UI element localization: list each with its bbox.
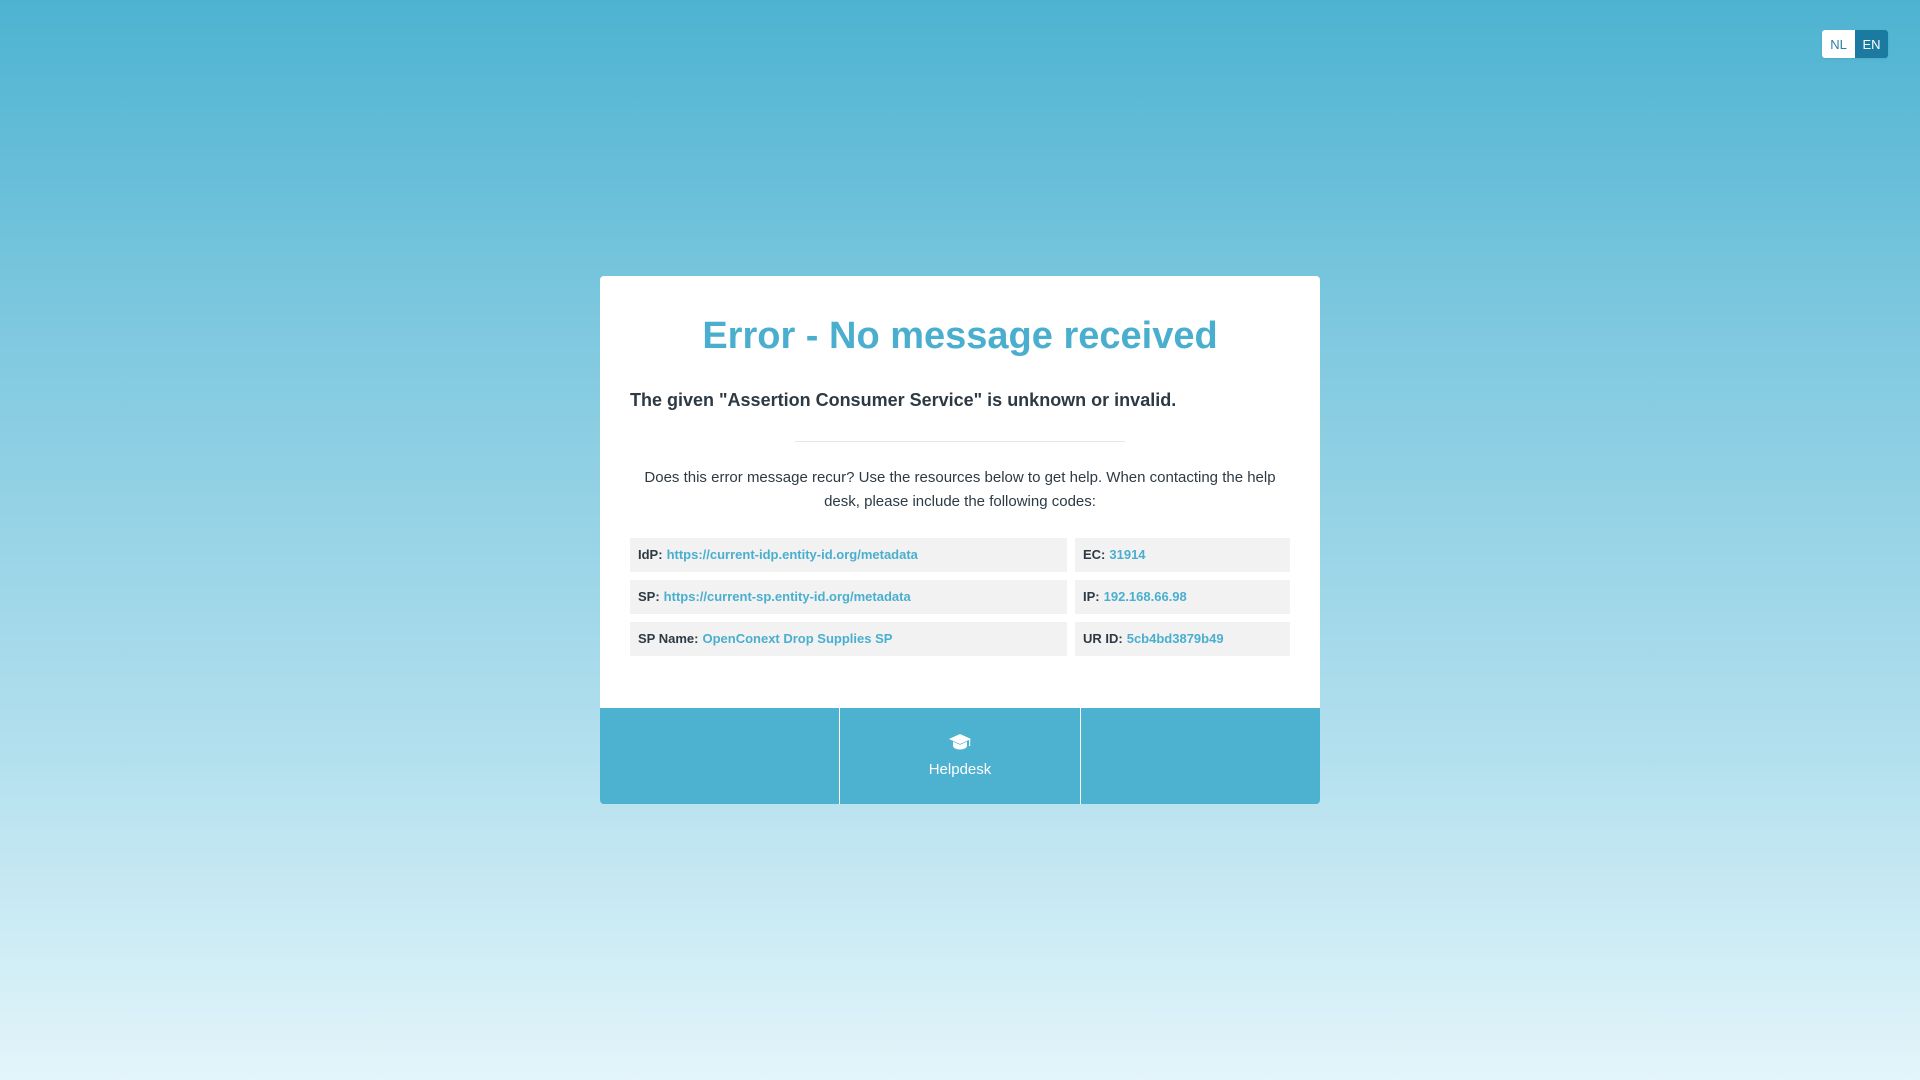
helpdesk-label: Helpdesk: [928, 761, 992, 779]
code-value: 31914: [1109, 547, 1146, 563]
code-value: 5cb4bd3879b49: [1126, 631, 1224, 647]
code-ip: IP: 192.168.66.98: [1075, 579, 1290, 614]
divider: [795, 440, 1125, 442]
code-value: 192.168.66.98: [1103, 589, 1187, 605]
code-value: https://current-sp.entity-id.org/metadat…: [663, 589, 911, 605]
code-label: IdP:: [638, 547, 663, 563]
helpdesk-link[interactable]: Helpdesk: [839, 707, 1079, 804]
language-switcher: NL EN: [1822, 30, 1888, 58]
footer-empty-left: [600, 708, 839, 804]
error-card: Error - No message received The given "A…: [600, 276, 1320, 804]
help-text: Does this error message recur? Use the r…: [644, 468, 1276, 510]
code-label: SP:: [638, 589, 660, 605]
code-value: https://current-idp.entity-id.org/metada…: [666, 547, 918, 563]
code-label: SP Name:: [638, 631, 699, 647]
error-codes: IdP: https://current-idp.entity-id.org/m…: [630, 537, 1290, 656]
language-en-button[interactable]: EN: [1855, 30, 1888, 58]
code-idp: IdP: https://current-idp.entity-id.org/m…: [630, 537, 1067, 572]
error-title: Error - No message received: [702, 315, 1218, 357]
footer-empty-right: [1079, 707, 1320, 804]
error-subtitle: The given "Assertion Consumer Service" i…: [630, 389, 1177, 410]
code-ur-id: UR ID: 5cb4bd3879b49: [1075, 621, 1290, 656]
code-value: OpenConext Drop Supplies SP: [702, 631, 893, 647]
code-ec: EC: 31914: [1075, 537, 1290, 572]
code-sp-name: SP Name: OpenConext Drop Supplies SP: [630, 621, 1067, 656]
code-label: EC:: [1083, 547, 1106, 563]
language-nl-button[interactable]: NL: [1822, 30, 1855, 58]
code-label: IP:: [1083, 589, 1100, 605]
error-card-body: Error - No message received The given "A…: [600, 276, 1320, 708]
code-label: UR ID:: [1083, 631, 1123, 647]
code-sp: SP: https://current-sp.entity-id.org/met…: [630, 579, 1067, 614]
graduation-cap-icon: [948, 734, 971, 750]
error-footer: Helpdesk: [600, 707, 1320, 804]
